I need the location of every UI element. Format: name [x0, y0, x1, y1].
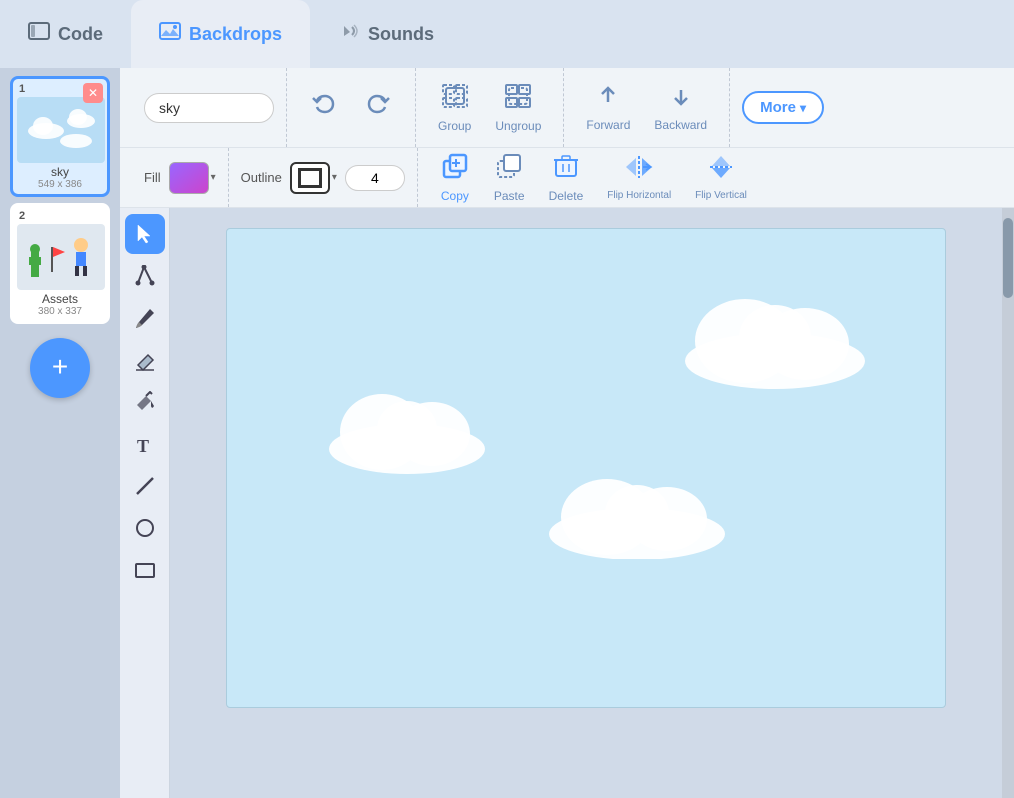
add-icon: + [52, 353, 68, 381]
backward-label: Backward [654, 118, 707, 132]
flip-horizontal-label: Flip Horizontal [607, 190, 671, 201]
toolbar-row1: Group Ungroup [120, 68, 1014, 148]
stroke-width-input[interactable] [345, 165, 405, 191]
undo-button[interactable] [299, 88, 349, 128]
undo-icon [311, 94, 337, 122]
tab-sounds-label: Sounds [368, 24, 434, 45]
forward-button[interactable]: Forward [576, 78, 640, 138]
flip-vertical-label: Flip Vertical [695, 190, 747, 201]
cloud-1 [322, 384, 492, 479]
tool-reshape[interactable] [125, 256, 165, 296]
tool-rect[interactable] [125, 550, 165, 590]
group-icon [441, 83, 469, 115]
fill-section: Fill ▾ [132, 148, 229, 207]
backdrop-size-assets: 380 x 337 [17, 306, 103, 317]
paste-button[interactable]: Paste [484, 147, 535, 209]
canvas-wrapper[interactable] [170, 208, 1002, 798]
ungroup-icon [504, 83, 532, 115]
flip-horizontal-button[interactable]: Flip Horizontal [597, 148, 681, 207]
copy-button[interactable]: Copy [430, 147, 480, 209]
flip-vertical-button[interactable]: Flip Vertical [685, 148, 757, 207]
group-label: Group [438, 119, 471, 133]
tool-select[interactable] [125, 214, 165, 254]
outline-dropdown-arrow[interactable]: ▾ [332, 172, 337, 183]
tab-code[interactable]: Code [0, 0, 131, 68]
backdrop-label-assets: Assets [17, 292, 103, 306]
backdrop-preview-assets [17, 224, 105, 290]
main-area: 1 ✕ sky 549 x 386 2 [0, 68, 1014, 798]
canvas-scrollbar[interactable] [1002, 208, 1014, 798]
backdrop-name-input[interactable] [144, 93, 274, 123]
backdrop-item-assets[interactable]: 2 Assets [10, 203, 110, 324]
ungroup-label: Ungroup [495, 119, 541, 133]
tool-fill[interactable] [125, 382, 165, 422]
tool-circle[interactable] [125, 508, 165, 548]
backdrop-number-2: 2 [19, 210, 25, 222]
cloud-3 [537, 469, 737, 564]
more-button[interactable]: More ▾ [742, 91, 824, 124]
backdrop-label-sky: sky [17, 165, 103, 179]
fill-dropdown-arrow[interactable]: ▾ [211, 172, 216, 183]
more-chevron-icon: ▾ [800, 101, 806, 115]
outline-inner [298, 168, 322, 188]
cloud-2 [675, 289, 875, 394]
toolbar2-actions: Copy Paste [418, 147, 769, 209]
tab-sounds[interactable]: Sounds [310, 0, 462, 68]
svg-text:T: T [137, 436, 149, 455]
code-icon [28, 22, 50, 46]
order-section: Forward Backward [564, 68, 730, 147]
backdrop-delete-sky[interactable]: ✕ [83, 83, 103, 103]
tools-panel: T [120, 208, 170, 798]
outline-color-swatch[interactable] [290, 162, 330, 194]
sounds-icon [338, 22, 360, 46]
more-section: More ▾ [730, 68, 836, 147]
backward-icon [669, 84, 693, 114]
group-button[interactable]: Group [428, 77, 481, 139]
backward-button[interactable]: Backward [644, 78, 717, 138]
more-label: More [760, 99, 796, 116]
delete-button[interactable]: Delete [539, 147, 594, 209]
sidebar: 1 ✕ sky 549 x 386 2 [0, 68, 120, 798]
tool-brush[interactable] [125, 298, 165, 338]
backdrop-number-1: 1 [19, 83, 25, 95]
tool-eraser[interactable] [125, 340, 165, 380]
tab-backdrops-label: Backdrops [189, 24, 282, 45]
backdrop-preview-sky [17, 97, 105, 163]
forward-label: Forward [586, 118, 630, 132]
delete-label: Delete [549, 189, 584, 203]
group-section: Group Ungroup [416, 68, 564, 147]
fill-label: Fill [144, 170, 161, 185]
name-section [132, 68, 287, 147]
forward-icon [596, 84, 620, 114]
backdrop-item-sky[interactable]: 1 ✕ sky 549 x 386 [10, 76, 110, 197]
fill-color-swatch[interactable] [169, 162, 209, 194]
paste-icon [496, 153, 522, 185]
tool-text[interactable]: T [125, 424, 165, 464]
toolbar-row2: Fill ▾ Outline ▾ [120, 148, 1014, 208]
tab-backdrops[interactable]: Backdrops [131, 0, 310, 68]
tab-code-label: Code [58, 24, 103, 45]
editor-area: Group Ungroup [120, 68, 1014, 798]
flip-horizontal-icon [624, 154, 654, 186]
add-backdrop-button[interactable]: + [30, 338, 90, 398]
copy-icon [442, 153, 468, 185]
undo-redo-section [287, 68, 416, 147]
backdrop-size-sky: 549 x 386 [17, 179, 103, 190]
copy-label: Copy [441, 189, 469, 203]
redo-icon [365, 94, 391, 122]
tool-line[interactable] [125, 466, 165, 506]
canvas-area: T [120, 208, 1014, 798]
outline-label: Outline [241, 170, 282, 185]
redo-button[interactable] [353, 88, 403, 128]
drawing-canvas[interactable] [226, 228, 946, 708]
flip-vertical-icon [708, 154, 734, 186]
scrollbar-thumb[interactable] [1003, 218, 1013, 298]
delete-icon [553, 153, 579, 185]
ungroup-button[interactable]: Ungroup [485, 77, 551, 139]
backdrops-icon [159, 22, 181, 46]
tab-bar: Code Backdrops Sounds [0, 0, 1014, 68]
outline-section: Outline ▾ [229, 148, 418, 207]
paste-label: Paste [494, 189, 525, 203]
